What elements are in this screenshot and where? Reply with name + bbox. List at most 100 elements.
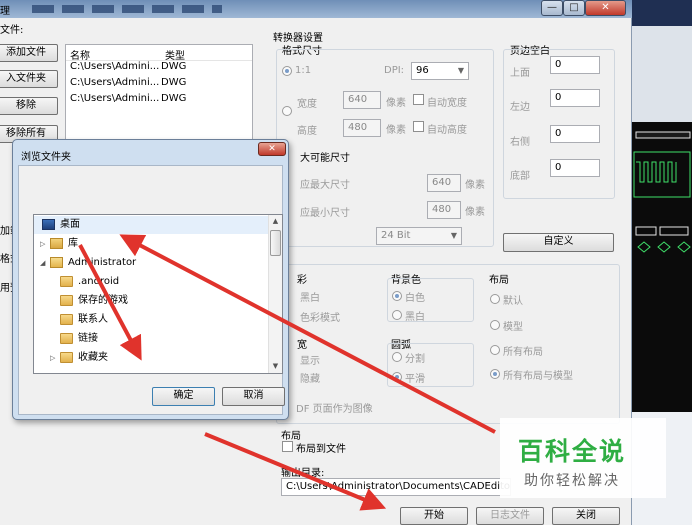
table-row[interactable]: C:\Users\Admini... DWG xyxy=(66,61,252,77)
collapse-toggle[interactable]: ◢ xyxy=(40,254,48,272)
tree-item-label: 链接 xyxy=(78,333,98,344)
file-path: C:\Users\Admini... xyxy=(70,77,160,88)
layout-model-radio[interactable] xyxy=(490,320,500,330)
window-title: 理 xyxy=(0,6,10,17)
remove-button[interactable]: 移除 xyxy=(0,97,58,115)
layout-all-radio[interactable] xyxy=(490,345,500,355)
tree-item-administrator[interactable]: ◢ Administrator xyxy=(34,254,268,272)
maximize-button[interactable]: □ xyxy=(563,0,585,16)
margin-right-label: 右侧 xyxy=(510,137,530,148)
arc-smooth-radio[interactable] xyxy=(392,372,402,382)
auto-width-checkbox[interactable] xyxy=(413,94,424,105)
chevron-down-icon: ▼ xyxy=(450,231,457,240)
auto-width-label: 自动宽度 xyxy=(427,98,467,109)
start-button[interactable]: 开始 xyxy=(400,507,468,525)
folder-icon xyxy=(60,295,73,306)
fit-max-label: 应最大尺寸 xyxy=(300,180,350,191)
bg-black-label: 黑白 xyxy=(405,312,425,323)
height-unit: 像素 xyxy=(386,125,406,136)
layout-to-file-checkbox[interactable] xyxy=(282,441,293,452)
width-label: 宽度 xyxy=(297,99,317,110)
log-file-button[interactable]: 日志文件 xyxy=(476,507,544,525)
margin-right-input[interactable]: 0 xyxy=(550,125,600,143)
tree-item-android[interactable]: .android xyxy=(34,273,268,291)
color-mode-label: 色彩模式 xyxy=(300,313,340,324)
height-label: 高度 xyxy=(297,126,317,137)
bg-white-radio[interactable] xyxy=(392,291,402,301)
tree-item-favorites[interactable]: ▷ 收藏夹 xyxy=(34,349,268,367)
width-input[interactable]: 640 xyxy=(343,91,381,109)
file-path: C:\Users\Admini... xyxy=(70,93,160,104)
dpi-select[interactable]: 96 ▼ xyxy=(411,62,469,80)
tree-item-contacts[interactable]: 联系人 xyxy=(34,311,268,329)
custom-button[interactable]: 自定义 xyxy=(503,233,614,252)
column-name[interactable]: 名称 xyxy=(66,45,161,60)
tree-item-label: 库 xyxy=(68,238,78,249)
files-label: 文件: xyxy=(0,25,24,36)
arc-smooth-label: 平滑 xyxy=(405,374,425,385)
color-bw-label: 黑白 xyxy=(300,293,320,304)
tree-scrollbar[interactable]: ▲ ▼ xyxy=(268,215,282,373)
tree-item-label: .android xyxy=(78,276,120,287)
desktop-icon xyxy=(42,219,55,230)
margin-bottom-input[interactable]: 0 xyxy=(550,159,600,177)
margin-top-input[interactable]: 0 xyxy=(550,56,600,74)
max-size-label: 大可能尺寸 xyxy=(300,153,350,164)
cad-drawing xyxy=(633,131,691,253)
file-path: C:\Users\Admini... xyxy=(70,61,160,72)
lineweight-show-label: 显示 xyxy=(300,356,320,367)
margin-left-input[interactable]: 0 xyxy=(550,89,600,107)
table-row[interactable]: C:\Users\Admini... DWG xyxy=(66,77,252,93)
layout-all-model-radio[interactable] xyxy=(490,369,500,379)
layout-default-label: 默认 xyxy=(503,296,523,307)
height-input[interactable]: 480 xyxy=(343,119,381,137)
fit-max-input[interactable]: 640 xyxy=(427,174,461,192)
arc-split-radio[interactable] xyxy=(392,352,402,362)
watermark-subtitle: 助你轻松解决 xyxy=(524,473,620,489)
margin-left-label: 左边 xyxy=(510,102,530,113)
tree-item-library[interactable]: ▷ 库 xyxy=(34,235,268,253)
bit-depth-select[interactable]: 24 Bit ▼ xyxy=(376,227,462,245)
cancel-button[interactable]: 取消 xyxy=(222,387,285,406)
tree-item-label: 桌面 xyxy=(60,219,80,230)
dialog-close-button[interactable]: ✕ xyxy=(258,142,286,156)
fit-min-input[interactable]: 480 xyxy=(427,201,461,219)
scroll-thumb[interactable] xyxy=(270,230,281,256)
file-type: DWG xyxy=(161,93,187,104)
scroll-up-icon[interactable]: ▲ xyxy=(269,215,282,228)
layout-all-label: 所有布局 xyxy=(503,347,543,358)
folder-icon xyxy=(60,333,73,344)
bg-black-radio[interactable] xyxy=(392,310,402,320)
tree-item-links[interactable]: 链接 xyxy=(34,330,268,348)
tree-item-desktop[interactable]: 桌面 xyxy=(34,216,268,234)
auto-height-checkbox[interactable] xyxy=(413,121,424,132)
ok-button[interactable]: 确定 xyxy=(152,387,215,406)
file-list[interactable]: 名称 类型 C:\Users\Admini... DWG C:\Users\Ad… xyxy=(65,44,253,144)
scale-radio[interactable] xyxy=(282,66,292,76)
size-radio[interactable] xyxy=(282,106,292,116)
add-folder-button[interactable]: 入文件夹 xyxy=(0,70,58,88)
close-window-button[interactable]: ✕ xyxy=(585,0,626,16)
file-list-header: 名称 类型 xyxy=(66,45,252,62)
file-type: DWG xyxy=(161,77,187,88)
blurred-menu xyxy=(32,5,222,13)
folder-tree[interactable]: 桌面 ▷ 库 ◢ Administrator .android 保存的游戏 联系… xyxy=(33,214,283,374)
layout-default-radio[interactable] xyxy=(490,294,500,304)
tree-item-saved-games[interactable]: 保存的游戏 xyxy=(34,292,268,310)
expand-toggle[interactable]: ▷ xyxy=(40,235,48,253)
output-dir-input[interactable]: C:\Users\Administrator\Documents\CADEdit… xyxy=(281,478,511,496)
folder-icon xyxy=(60,352,73,363)
auto-height-label: 自动高度 xyxy=(427,125,467,136)
add-file-button[interactable]: 添加文件 xyxy=(0,44,58,62)
expand-toggle[interactable]: ▷ xyxy=(50,349,58,367)
side-app-titlebar xyxy=(632,0,692,26)
lineweight-title: 宽 xyxy=(297,340,307,351)
table-row[interactable]: C:\Users\Admini... DWG xyxy=(66,93,252,109)
scroll-down-icon[interactable]: ▼ xyxy=(269,360,282,373)
column-type[interactable]: 类型 xyxy=(161,45,221,62)
scale-label: 1:1 xyxy=(295,65,312,76)
close-button[interactable]: 关闭 xyxy=(552,507,620,525)
browse-folder-dialog: 浏览文件夹 ✕ 桌面 ▷ 库 ◢ Administrator .android xyxy=(12,139,289,420)
minimize-button[interactable]: — xyxy=(541,0,563,16)
dpi-label: DPI: xyxy=(384,65,405,76)
